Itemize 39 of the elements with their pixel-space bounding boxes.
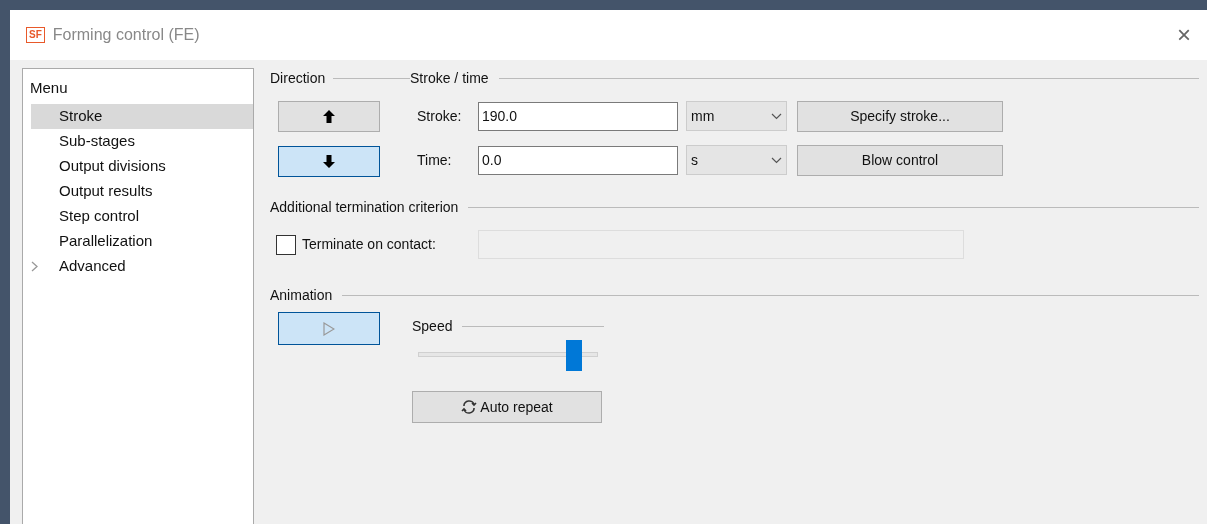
unit-dropdown[interactable]: s	[686, 145, 787, 175]
checkbox-label: Terminate on contact:	[302, 235, 437, 254]
menu-item[interactable]: Step control	[31, 203, 253, 229]
speed-slider[interactable]	[418, 339, 598, 371]
play-button[interactable]	[278, 312, 380, 345]
down-arrow-icon	[322, 154, 336, 169]
menu-item[interactable]: Parallelization	[31, 228, 253, 254]
field-label: Stroke:	[417, 106, 463, 126]
chevron-down-icon	[771, 112, 782, 120]
chevron-down-icon	[771, 156, 782, 164]
auto-repeat-button[interactable]: Auto repeat	[412, 391, 602, 423]
direction-button[interactable]	[278, 146, 380, 177]
action-button[interactable]: Blow control	[797, 144, 1003, 176]
unit-dropdown[interactable]: mm	[686, 101, 787, 131]
slider-label: Speed	[412, 317, 453, 336]
field-label: Time:	[417, 150, 453, 170]
app-logo: SF	[26, 27, 45, 43]
menu-item[interactable]: Sub-stages	[31, 128, 253, 154]
section-title: Animation	[270, 286, 333, 305]
menu-item[interactable]: Output divisions	[31, 153, 253, 179]
input-field[interactable]: 190.0	[478, 101, 678, 131]
chevron-icon	[31, 260, 38, 272]
up-arrow-icon	[322, 109, 336, 124]
checkbox[interactable]	[276, 234, 296, 255]
direction-button[interactable]	[278, 101, 380, 132]
section-title: Direction	[270, 69, 326, 88]
close-button[interactable]: ×	[1177, 23, 1191, 47]
section-title: Additional termination criterion	[270, 198, 459, 217]
window-title: Forming control (FE)	[52, 25, 200, 45]
slider-thumb[interactable]	[565, 340, 582, 371]
menu-item[interactable]: Stroke	[31, 103, 253, 129]
action-button[interactable]: Specify stroke...	[797, 100, 1003, 132]
play-icon	[323, 321, 335, 336]
section-title: Stroke / time	[410, 69, 489, 88]
input-field[interactable]: 0.0	[478, 145, 678, 175]
menu-title: Menu	[29, 78, 69, 98]
menu-item[interactable]: Output results	[31, 178, 253, 204]
menu-item[interactable]: Advanced	[31, 253, 253, 279]
repeat-icon	[461, 400, 478, 414]
